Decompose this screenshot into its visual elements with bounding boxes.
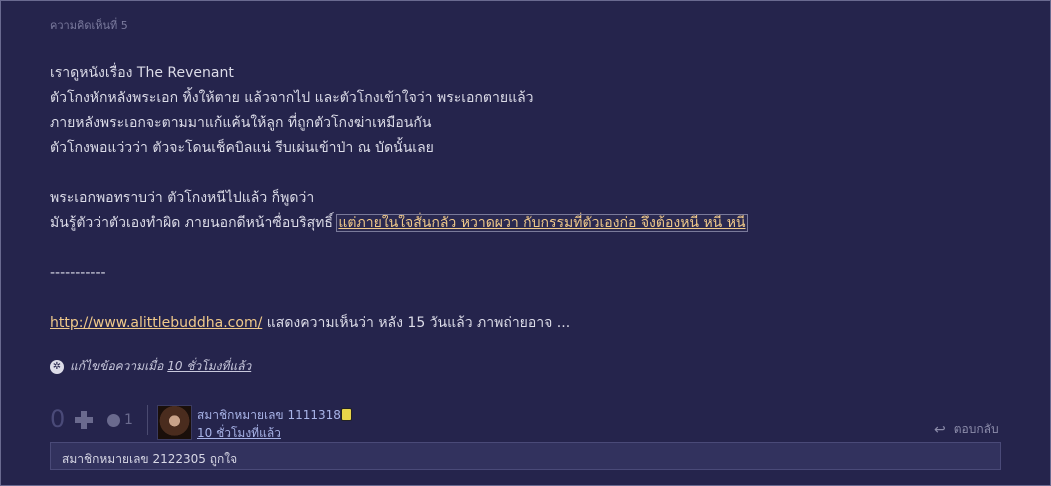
member-badge-icon [341,408,352,421]
comment-line: เราดูหนังเรื่อง The Revenant [50,65,234,81]
likes-text: สมาชิกหมายเลข 2122305 ถูกใจ [62,452,238,466]
likes-box: สมาชิกหมายเลข 2122305 ถูกใจ [50,442,1001,470]
edited-note: ✲ แก้ไขข้อความเมื่อ 10 ชั่วโมงที่แล้ว [50,357,251,376]
plus-vote-icon[interactable] [75,411,93,429]
comment-line [50,161,1010,186]
comment-line-prefix: มันรู้ตัวว่าตัวเองทำผิด ภายนอกดีหน้าซื่อ… [50,215,338,231]
source-url-link[interactable]: http://www.alittlebuddha.com/ [50,315,262,331]
comment-line: มันรู้ตัวว่าตัวเองทำผิด ภายนอกดีหน้าซื่อ… [50,211,1010,236]
edited-time-link[interactable]: 10 ชั่วโมงที่แล้ว [167,357,251,376]
emotion-icon[interactable] [107,414,120,427]
footer-divider [147,405,148,435]
comment-line: ตัวโกงหักหลังพระเอก ทิ้งให้ตาย แล้วจากไป… [50,90,534,106]
comment-number: ความคิดเห็นที่ 5 [50,19,128,32]
comment-line: พระเอกพอทราบว่า ตัวโกงหนีไปแล้ว ก็พูดว่า [50,190,315,206]
comment-line-blank [50,286,1010,311]
avatar[interactable] [157,405,192,440]
reply-button[interactable]: ↩ ตอบกลับ [934,420,999,439]
comment-body: เราดูหนังเรื่อง The Revenant ตัวโกงหักหล… [50,61,1010,336]
edited-label: แก้ไขข้อความเมื่อ [70,359,164,373]
reply-arrow-icon: ↩ [934,421,946,438]
comment-line-blank [50,236,1010,261]
comment-line: ตัวโกงพอแว่วว่า ตัวจะโดนเช็คบิลแน่ รีบเผ… [50,140,434,156]
edit-clock-icon: ✲ [50,359,64,374]
comment-line: http://www.alittlebuddha.com/ แสดงความเห… [50,311,1010,336]
comment-card: ความคิดเห็นที่ 5 เราดูหนังเรื่อง The Rev… [0,0,1051,486]
comment-line: ภายหลังพระเอกจะตามมาแก้แค้นให้ลูก ที่ถูก… [50,115,432,131]
reply-label: ตอบกลับ [953,422,999,436]
divider-text: ----------- [50,265,106,281]
emotion-count: 1 [124,412,133,428]
highlighted-quote-link[interactable]: แต่ภายในใจสั่นกลัว หวาดผวา กับกรรมที่ตัว… [336,214,748,232]
member-name-link[interactable]: สมาชิกหมายเลข 1111318 [197,406,341,425]
vote-count: 0 [50,405,66,433]
url-suffix-text: แสดงความเห็นว่า หลัง 15 วันแล้ว ภาพถ่ายอ… [262,315,571,331]
post-time-link[interactable]: 10 ชั่วโมงที่แล้ว [197,424,281,443]
